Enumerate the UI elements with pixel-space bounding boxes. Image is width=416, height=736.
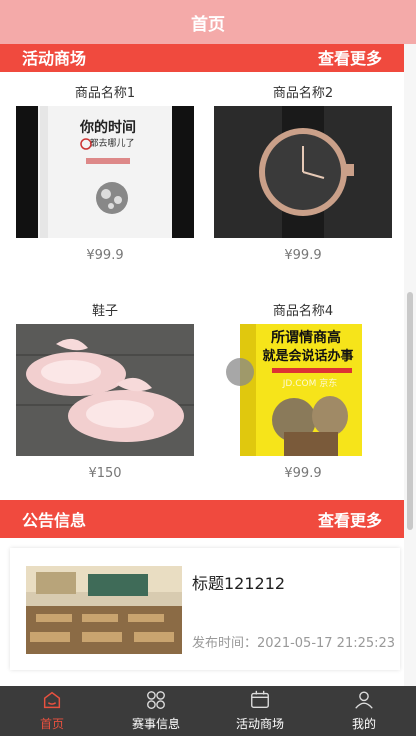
notice-item[interactable]: 标题121212 发布时间：2021-05-17 21:25:23 <box>10 548 400 670</box>
scrollbar-thumb[interactable] <box>407 292 413 530</box>
tab-mine-label: 我的 <box>351 717 376 731</box>
product-image-watch[interactable] <box>214 106 392 238</box>
notice-section-title: 公告信息 <box>22 511 87 530</box>
bottom-tab-bar: 首页 赛事信息 活动商场 我的 <box>0 686 416 736</box>
tab-events[interactable]: 赛事信息 <box>104 686 208 736</box>
floating-drag-handle[interactable] <box>226 358 254 386</box>
notice-image-classroom <box>26 566 182 654</box>
notice-title: 标题121212 <box>192 574 286 593</box>
product-image-book[interactable]: 你的时间 都去哪儿了 <box>16 106 194 238</box>
products-section-title: 活动商场 <box>22 49 87 68</box>
book2-title-line2: 就是会说话办事 <box>262 348 353 364</box>
product-card[interactable]: 商品名称2 ¥99.9 <box>214 82 392 263</box>
product-name: 商品名称1 <box>74 86 136 101</box>
top-header: 首页 <box>0 0 416 44</box>
book-title: 你的时间 <box>79 119 136 136</box>
home-icon <box>43 691 61 709</box>
tab-store[interactable]: 活动商场 <box>208 686 312 736</box>
product-name: 商品名称4 <box>272 304 334 319</box>
product-price: ¥150 <box>88 466 122 481</box>
products-more-link[interactable]: 查看更多 <box>318 45 382 69</box>
book2-watermark: JD.COM 京东 <box>282 377 337 389</box>
grid-icon <box>147 691 165 709</box>
notice-section-header: 公告信息 查看更多 <box>0 500 404 538</box>
product-card[interactable]: 商品名称1 你的时间 都去哪儿了 ¥99.9 <box>16 82 194 263</box>
product-price: ¥99.9 <box>284 248 322 263</box>
tab-store-label: 活动商场 <box>235 717 284 731</box>
product-price: ¥99.9 <box>284 466 322 481</box>
book-subtitle: 都去哪儿了 <box>89 137 134 149</box>
notice-more-link[interactable]: 查看更多 <box>318 507 382 531</box>
product-name: 鞋子 <box>91 304 118 319</box>
notice-time: 发布时间：2021-05-17 21:25:23 <box>192 636 396 651</box>
product-image-book2[interactable]: 所谓情商高 就是会说话办事 JD.COM 京东 <box>214 324 392 456</box>
product-image-shoes[interactable] <box>16 324 194 456</box>
product-card[interactable]: 鞋子 ¥150 <box>16 300 194 481</box>
user-icon <box>355 691 373 709</box>
store-icon <box>251 690 269 709</box>
tab-home-label: 首页 <box>39 717 64 731</box>
tab-events-label: 赛事信息 <box>131 717 180 731</box>
book2-title-line1: 所谓情商高 <box>271 329 341 346</box>
product-name: 商品名称2 <box>272 86 334 101</box>
page-title: 首页 <box>191 14 225 35</box>
product-card[interactable]: 商品名称4 所谓情商高 就是会说话办事 JD.COM 京东 ¥99.9 <box>214 300 392 481</box>
tab-home[interactable]: 首页 <box>0 686 104 736</box>
tab-mine[interactable]: 我的 <box>312 686 416 736</box>
product-price: ¥99.9 <box>86 248 124 263</box>
